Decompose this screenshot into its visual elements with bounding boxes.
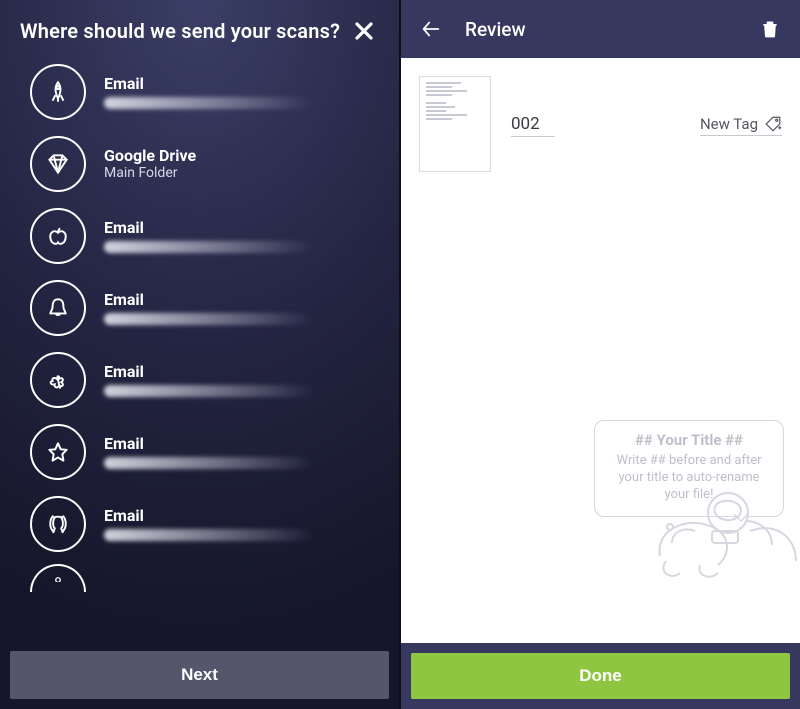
destination-subtitle: Main Folder [104, 165, 375, 181]
done-button[interactable]: Done [411, 653, 790, 699]
destination-title: Email [104, 291, 375, 309]
destination-icon-circle [30, 424, 86, 480]
destination-icon-circle [30, 208, 86, 264]
destination-redacted [104, 313, 314, 325]
bell-icon [45, 295, 71, 321]
destination-text: Email [104, 507, 375, 541]
destination-redacted [104, 529, 314, 541]
back-button[interactable] [419, 17, 443, 41]
review-title: Review [465, 18, 736, 41]
destination-text: Email [104, 75, 375, 109]
new-tag-label: New Tag [700, 115, 758, 133]
destination-icon-circle [30, 564, 86, 592]
destination-text: Email [104, 435, 375, 469]
destinations-title: Where should we send your scans? [20, 19, 340, 43]
destination-row-partial[interactable] [0, 560, 399, 600]
destination-title: Email [104, 507, 375, 525]
new-tag-button[interactable]: New Tag [700, 115, 782, 136]
destination-title: Email [104, 363, 375, 381]
destination-redacted [104, 385, 314, 397]
next-button-wrap: Next [0, 641, 399, 709]
unknown-icon [49, 572, 67, 582]
close-icon [354, 21, 374, 41]
page-thumbnail[interactable] [419, 76, 491, 172]
rename-hint: ## Your Title ## Write ## before and aft… [594, 420, 784, 517]
destinations-list[interactable]: Email Google Drive Main Folder Email [0, 52, 399, 641]
hint-bubble: ## Your Title ## Write ## before and aft… [594, 420, 784, 517]
destination-redacted [104, 97, 314, 109]
destination-title: Email [104, 219, 375, 237]
delete-button[interactable] [758, 17, 782, 41]
destination-row[interactable]: Email [0, 488, 399, 560]
destination-title: Google Drive [104, 147, 375, 165]
review-panel: Review 002 New Tag ## Your Title ## [401, 0, 800, 709]
destination-title: Email [104, 435, 375, 453]
horseshoe-icon [45, 511, 71, 537]
destination-redacted [104, 457, 314, 469]
destinations-panel: Where should we send your scans? Email G… [0, 0, 399, 709]
document-meta-right: 002 New Tag [511, 114, 782, 137]
tag-add-icon [764, 115, 782, 133]
clover-icon [45, 367, 71, 393]
destination-text: Email [104, 219, 375, 253]
destination-icon-circle [30, 136, 86, 192]
destination-row[interactable]: Email [0, 200, 399, 272]
close-button[interactable] [351, 18, 377, 44]
destination-title: Email [104, 75, 375, 93]
star-icon [45, 439, 71, 465]
hint-body: Write ## before and after your title to … [607, 453, 771, 504]
destination-icon-circle [30, 280, 86, 336]
destination-row[interactable]: Google Drive Main Folder [0, 128, 399, 200]
next-button[interactable]: Next [10, 651, 389, 699]
review-header: Review [401, 0, 800, 58]
destinations-header: Where should we send your scans? [0, 0, 399, 52]
destination-icon-circle [30, 496, 86, 552]
destination-redacted [104, 241, 314, 253]
destination-row[interactable]: Email [0, 56, 399, 128]
arrow-left-icon [420, 18, 442, 40]
destination-text: Email [104, 291, 375, 325]
document-name-field[interactable]: 002 [511, 114, 555, 137]
destination-icon-circle [30, 64, 86, 120]
diamond-icon [45, 151, 71, 177]
destination-text: Email [104, 363, 375, 397]
document-meta-row: 002 New Tag [419, 76, 782, 172]
review-body: 002 New Tag ## Your Title ## Write ## be… [401, 58, 800, 643]
done-button-wrap: Done [401, 643, 800, 709]
apple-icon [45, 223, 71, 249]
destination-icon-circle [30, 352, 86, 408]
destination-row[interactable]: Email [0, 344, 399, 416]
trash-icon [760, 19, 780, 39]
hint-title: ## Your Title ## [607, 431, 771, 449]
destination-text: Google Drive Main Folder [104, 147, 375, 181]
rocket-icon [45, 79, 71, 105]
destination-row[interactable]: Email [0, 272, 399, 344]
destination-row[interactable]: Email [0, 416, 399, 488]
